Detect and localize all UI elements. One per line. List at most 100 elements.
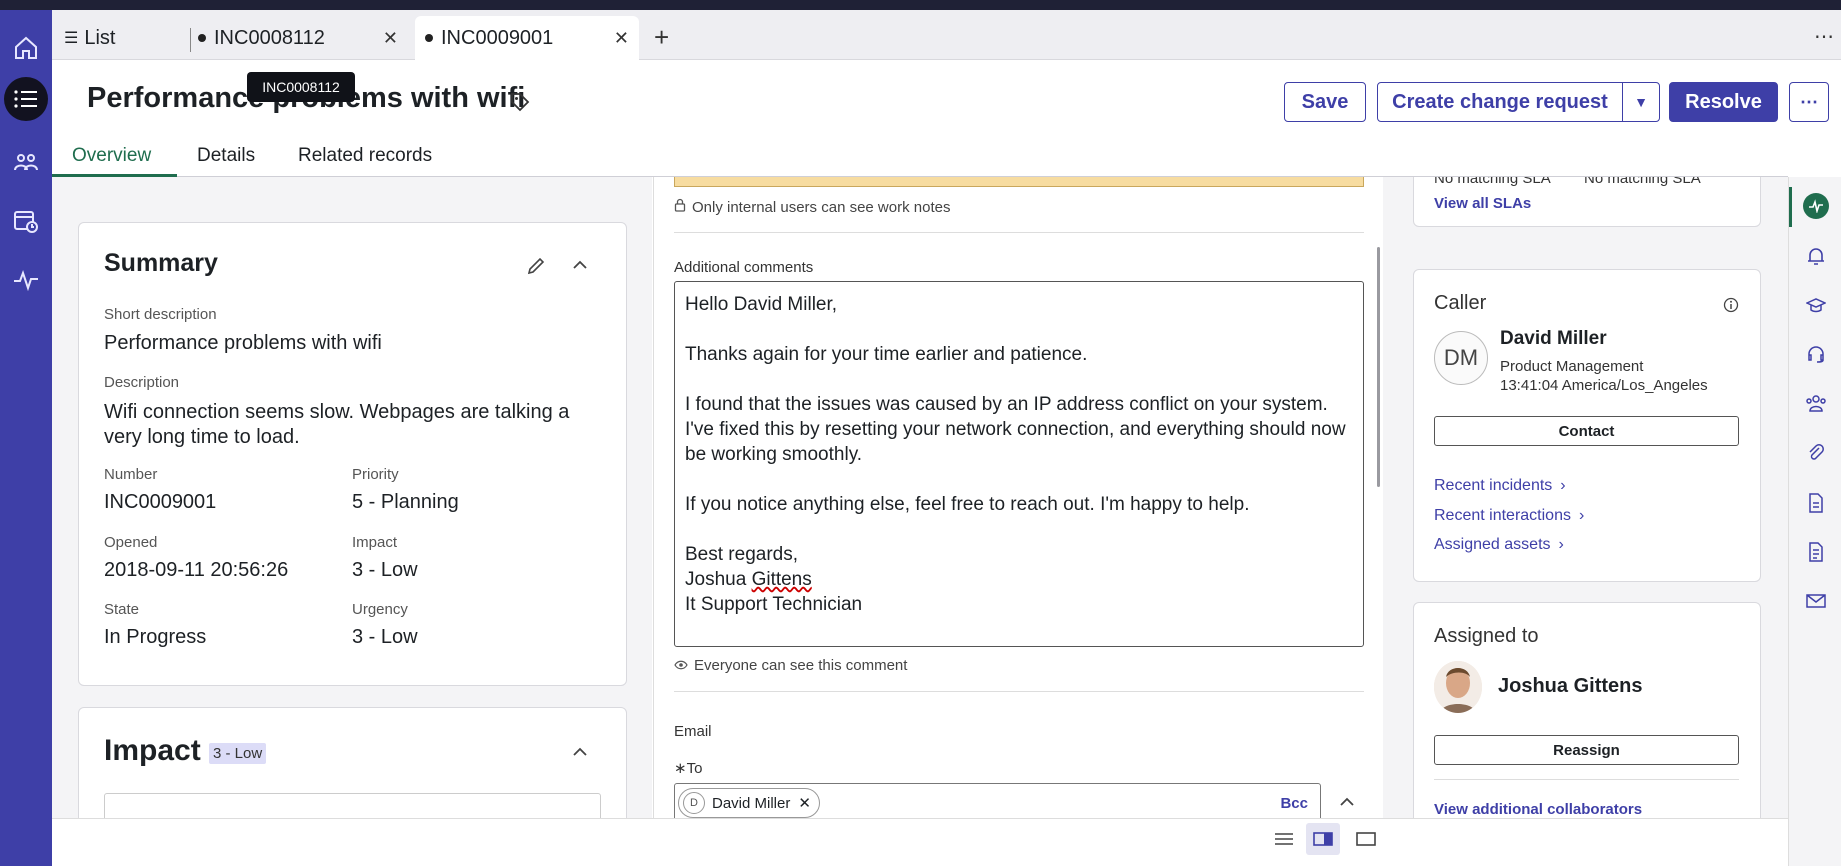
assignee-name[interactable]: Joshua Gittens bbox=[1498, 675, 1642, 698]
to-label-text: To bbox=[686, 760, 703, 777]
collapse-chevron-up-icon[interactable] bbox=[571, 256, 589, 279]
list-icon[interactable] bbox=[4, 77, 48, 121]
tag-icon[interactable] bbox=[509, 91, 531, 118]
activity-icon[interactable] bbox=[6, 260, 46, 300]
additional-comments-label: Additional comments bbox=[674, 259, 814, 276]
single-view-icon[interactable] bbox=[1356, 831, 1376, 852]
team-icon[interactable] bbox=[1803, 390, 1829, 416]
chevron-right-icon: › bbox=[1560, 477, 1566, 494]
number-value: INC0009001 bbox=[104, 491, 217, 513]
caller-local-time: 13:41:04 America/Los_Angeles bbox=[1500, 377, 1708, 394]
comment-line: Best regards, bbox=[685, 544, 798, 565]
unsaved-dot bbox=[425, 34, 433, 42]
resolve-button[interactable]: Resolve bbox=[1669, 82, 1778, 122]
edit-pencil-icon[interactable] bbox=[526, 256, 546, 281]
close-icon[interactable]: ✕ bbox=[383, 28, 398, 49]
eye-icon bbox=[674, 657, 688, 674]
tab-inc0008112[interactable]: INC0008112 ✕ bbox=[198, 16, 408, 60]
more-actions-button[interactable]: ⋯ bbox=[1789, 82, 1829, 122]
collapse-chevron-up-icon[interactable] bbox=[1338, 793, 1356, 816]
description-label: Description bbox=[104, 374, 180, 391]
unsaved-dot bbox=[198, 34, 206, 42]
opened-value: 2018-09-11 20:56:26 bbox=[104, 559, 289, 581]
paperclip-icon[interactable] bbox=[1803, 440, 1829, 466]
change-request-dropdown[interactable]: ▼ bbox=[1622, 82, 1660, 122]
additional-comments-textarea[interactable]: Hello David Miller, Thanks again for your… bbox=[674, 281, 1364, 647]
rail-active-indicator bbox=[1789, 187, 1792, 227]
people-icon[interactable] bbox=[6, 142, 46, 182]
work-notes-field[interactable] bbox=[674, 177, 1364, 187]
email-to-field[interactable]: D David Miller ✕ Bcc bbox=[674, 783, 1321, 818]
left-nav bbox=[0, 10, 52, 866]
report-icon[interactable] bbox=[1803, 539, 1829, 565]
summary-card: Summary Short description Performance pr… bbox=[78, 222, 627, 686]
bell-icon[interactable] bbox=[1803, 243, 1829, 269]
assigned-card: Assigned to Joshua Gittens Reassign View… bbox=[1413, 602, 1761, 818]
description-value: Wifi connection seems slow. Webpages are… bbox=[104, 401, 570, 448]
work-notes-hint: Only internal users can see work notes bbox=[674, 198, 950, 216]
opened-label: Opened bbox=[104, 534, 158, 551]
impact-field[interactable] bbox=[104, 793, 601, 818]
save-button[interactable]: Save bbox=[1284, 82, 1366, 122]
tab-inc0009001-label: INC0009001 bbox=[441, 26, 554, 49]
impact-heading: Impact bbox=[104, 734, 201, 767]
new-tab-plus-icon[interactable]: + bbox=[654, 22, 669, 53]
impact-card: Impact 3 - Low bbox=[78, 707, 627, 818]
tab-list-label: List bbox=[84, 26, 116, 49]
split-view-icon[interactable] bbox=[1306, 823, 1340, 855]
activity-pane: Only internal users can see work notes A… bbox=[653, 177, 1383, 818]
bcc-link[interactable]: Bcc bbox=[1280, 795, 1308, 812]
tab-list[interactable]: ☰ List bbox=[64, 16, 194, 60]
comment-visibility-text: Everyone can see this comment bbox=[694, 657, 908, 674]
reassign-button[interactable]: Reassign bbox=[1434, 735, 1739, 765]
recent-interactions-link[interactable]: Recent interactions › bbox=[1434, 507, 1584, 525]
create-change-request-button[interactable]: Create change request bbox=[1377, 82, 1623, 122]
pulse-icon[interactable] bbox=[1803, 193, 1829, 219]
footer-bar bbox=[52, 818, 1788, 866]
tab-bar: ☰ List INC0008112 ✕ INC0009001 ✕ + ⋯ bbox=[52, 10, 1841, 60]
short-description-label: Short description bbox=[104, 306, 217, 323]
tab-inc0009001[interactable]: INC0009001 ✕ bbox=[415, 16, 639, 60]
comment-signature: Joshua Gittens bbox=[685, 567, 1353, 592]
calendar-clock-icon[interactable] bbox=[6, 201, 46, 241]
chevron-down-icon: ▼ bbox=[1634, 94, 1648, 110]
left-pane: Summary Short description Performance pr… bbox=[52, 177, 652, 818]
tab-inc0008112-label: INC0008112 bbox=[214, 26, 325, 49]
view-all-slas-link[interactable]: View all SLAs bbox=[1434, 195, 1531, 212]
list-view-icon[interactable] bbox=[1274, 831, 1294, 852]
caller-heading: Caller bbox=[1434, 292, 1487, 314]
scrollbar[interactable] bbox=[1377, 247, 1380, 487]
divider bbox=[674, 691, 1364, 692]
subtab-details[interactable]: Details bbox=[197, 145, 255, 167]
impact-label: Impact bbox=[352, 534, 398, 551]
comment-line: If you notice anything else, feel free t… bbox=[685, 494, 1250, 515]
collapse-chevron-up-icon[interactable] bbox=[571, 743, 589, 766]
caller-name[interactable]: David Miller bbox=[1500, 328, 1607, 350]
assignee-avatar bbox=[1434, 661, 1482, 713]
mail-icon[interactable] bbox=[1803, 588, 1829, 614]
more-options-icon[interactable]: ⋯ bbox=[1814, 24, 1835, 49]
recent-incidents-link[interactable]: Recent incidents › bbox=[1434, 477, 1566, 495]
view-collaborators-link[interactable]: View additional collaborators bbox=[1434, 801, 1642, 818]
home-icon[interactable] bbox=[6, 28, 46, 68]
graduation-cap-icon[interactable] bbox=[1803, 292, 1829, 318]
document-icon[interactable] bbox=[1803, 490, 1829, 516]
subtab-related-records[interactable]: Related records bbox=[298, 145, 432, 167]
priority-value: 5 - Planning bbox=[352, 491, 459, 513]
sla-card: No matching SLA No matching SLA View all… bbox=[1413, 177, 1761, 227]
remove-recipient-icon[interactable]: ✕ bbox=[798, 794, 811, 812]
list-small-icon: ☰ bbox=[64, 30, 79, 47]
close-icon[interactable]: ✕ bbox=[614, 28, 629, 49]
subtab-overview[interactable]: Overview bbox=[72, 145, 151, 167]
comment-line: Thanks again for your time earlier and p… bbox=[685, 344, 1088, 365]
lock-icon bbox=[674, 198, 686, 216]
headset-icon[interactable] bbox=[1803, 341, 1829, 367]
caller-avatar: DM bbox=[1434, 331, 1488, 385]
contact-button[interactable]: Contact bbox=[1434, 416, 1739, 446]
info-icon[interactable] bbox=[1723, 297, 1739, 318]
state-value: In Progress bbox=[104, 626, 207, 648]
number-label: Number bbox=[104, 466, 158, 483]
recipient-chip[interactable]: D David Miller ✕ bbox=[678, 788, 820, 818]
assigned-assets-link[interactable]: Assigned assets › bbox=[1434, 536, 1564, 554]
tab-divider bbox=[190, 28, 191, 52]
